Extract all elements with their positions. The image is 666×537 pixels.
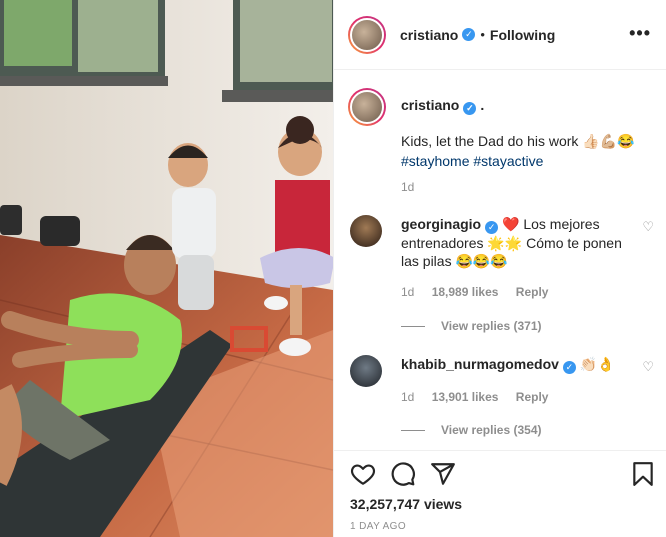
comment-like-heart-icon[interactable]: ♡ [642,359,654,375]
comment-likes[interactable]: 18,989 likes [432,285,499,299]
post-media-video[interactable] [0,0,333,537]
caption-text: Kids, let the Dad do his work 👍🏻💪🏼😂 #sta… [401,131,651,171]
caption-trailing-dot: . [480,97,485,113]
verified-badge-icon: ✓ [463,102,477,115]
view-replies-line [401,325,425,327]
commenter-avatar[interactable] [350,215,382,247]
hashtag-link[interactable]: #stayhome [401,153,469,169]
bookmark-icon[interactable] [630,461,656,487]
post-header: cristiano ✓ • Following ••• [334,0,666,70]
comment-likes[interactable]: 13,901 likes [432,390,499,404]
comment-timestamp[interactable]: 1d [401,285,414,299]
verified-badge-icon: ✓ [462,28,476,41]
comment-icon[interactable] [390,461,416,487]
verified-badge-icon: ✓ [562,361,576,374]
post-actions: 32,257,747 views 1 DAY AGO [334,450,666,537]
verified-badge-icon: ✓ [485,221,499,234]
caption-author: cristiano ✓. [401,97,484,115]
comment-text: 👏🏻👌 [579,356,615,372]
commenter-username[interactable]: khabib_nurmagomedov [401,356,559,372]
caption-timestamp[interactable]: 1d [401,180,414,194]
author-avatar[interactable] [348,15,386,54]
view-replies-button[interactable]: View replies (354) [401,423,542,437]
comment-meta: 1d 18,989 likes Reply [401,285,562,299]
heart-icon[interactable] [350,461,376,487]
following-button[interactable]: Following [490,27,555,43]
caption-line: Kids, let the Dad do his work 👍🏻💪🏼😂 [401,133,635,149]
author-username[interactable]: cristiano [400,27,458,43]
commenter-avatar[interactable] [350,355,382,387]
commenter-username[interactable]: georginagio [401,216,481,232]
post-timestamp[interactable]: 1 DAY AGO [350,521,406,532]
post-media-illustration [0,0,333,537]
follow-separator: • [480,27,485,42]
comment-meta: 1d 13,901 likes Reply [401,390,562,404]
comment-body: khabib_nurmagomedov ✓ 👏🏻👌 [401,355,631,374]
views-count[interactable]: 32,257,747 views [350,496,462,512]
view-replies-button[interactable]: View replies (371) [401,319,542,333]
caption-author-username[interactable]: cristiano [401,97,459,113]
comment-timestamp[interactable]: 1d [401,390,414,404]
reply-button[interactable]: Reply [516,285,549,299]
view-replies-line [401,429,425,431]
view-replies-label: View replies (371) [441,319,542,333]
comments-list[interactable]: cristiano ✓. Kids, let the Dad do his wor… [334,70,666,450]
hashtag-link[interactable]: #stayactive [473,153,543,169]
view-replies-label: View replies (354) [441,423,542,437]
post-details-pane: cristiano ✓ • Following ••• cristiano ✓. … [333,0,666,537]
comment-like-heart-icon[interactable]: ♡ [642,219,654,235]
caption-author-avatar[interactable] [348,88,386,126]
comment-body: georginagio ✓ ❤️ Los mejores entrenadores… [401,215,631,270]
more-options-icon[interactable]: ••• [629,24,651,42]
reply-button[interactable]: Reply [516,390,549,404]
share-icon[interactable] [430,461,456,487]
